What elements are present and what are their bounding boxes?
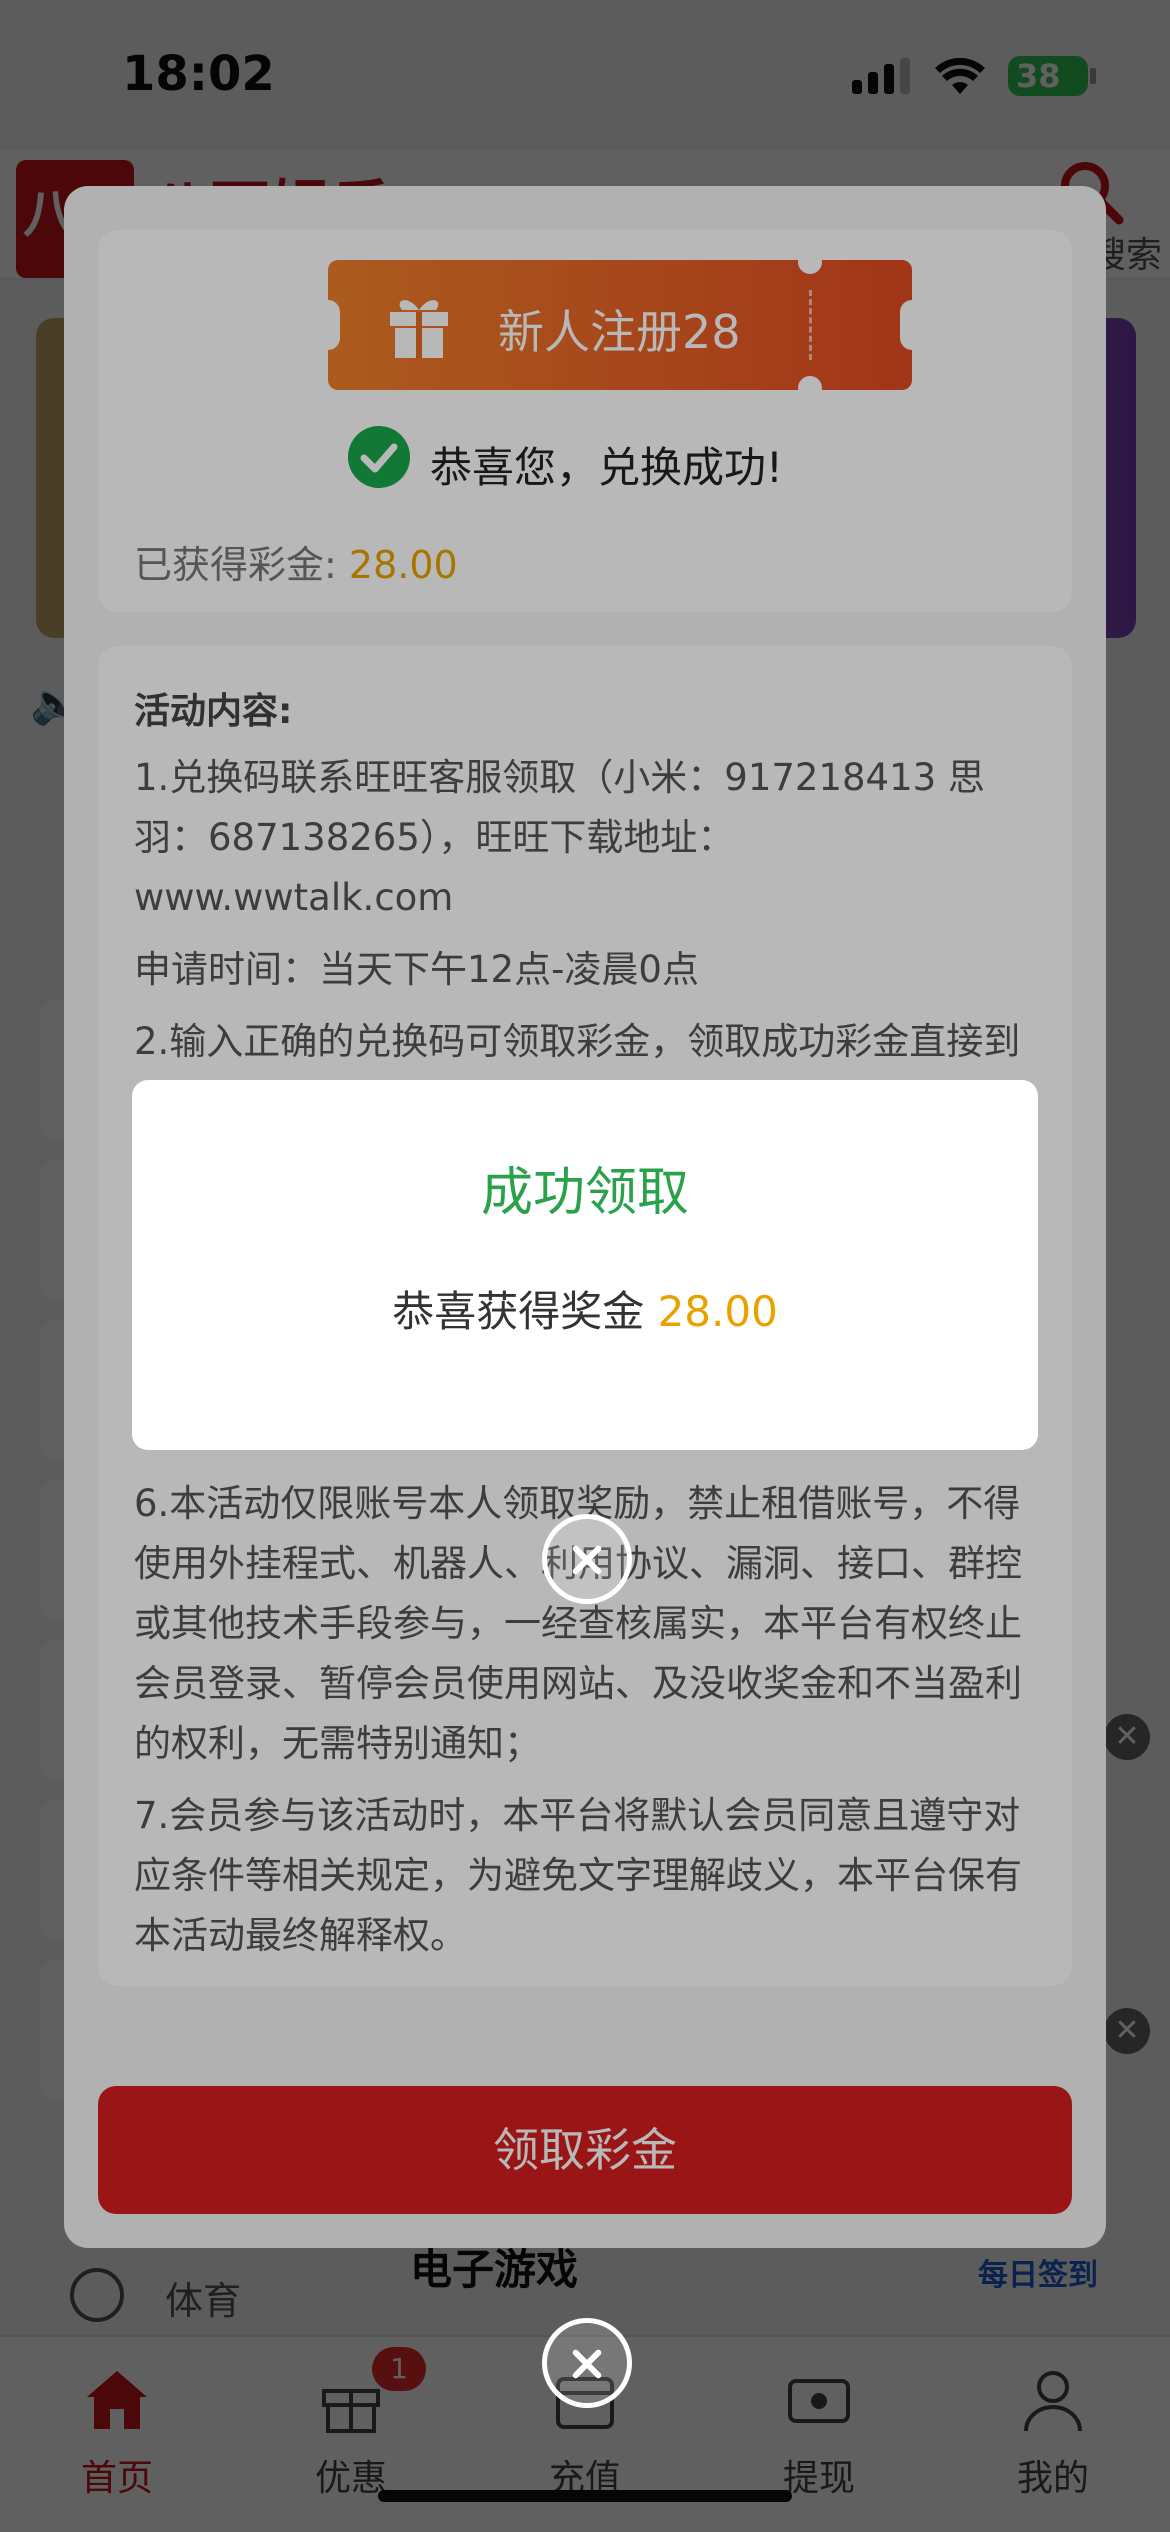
popup-close-icon[interactable]	[542, 1514, 632, 1604]
modal-close-icon[interactable]	[542, 2318, 632, 2408]
claim-success-popup: 成功领取 恭喜获得奖金 28.00	[132, 1080, 1038, 1450]
popup-message-text: 恭喜获得奖金	[392, 1287, 645, 1336]
popup-message: 恭喜获得奖金 28.00	[132, 1278, 1038, 1339]
popup-amount: 28.00	[657, 1287, 778, 1336]
popup-title: 成功领取	[480, 1163, 689, 1223]
